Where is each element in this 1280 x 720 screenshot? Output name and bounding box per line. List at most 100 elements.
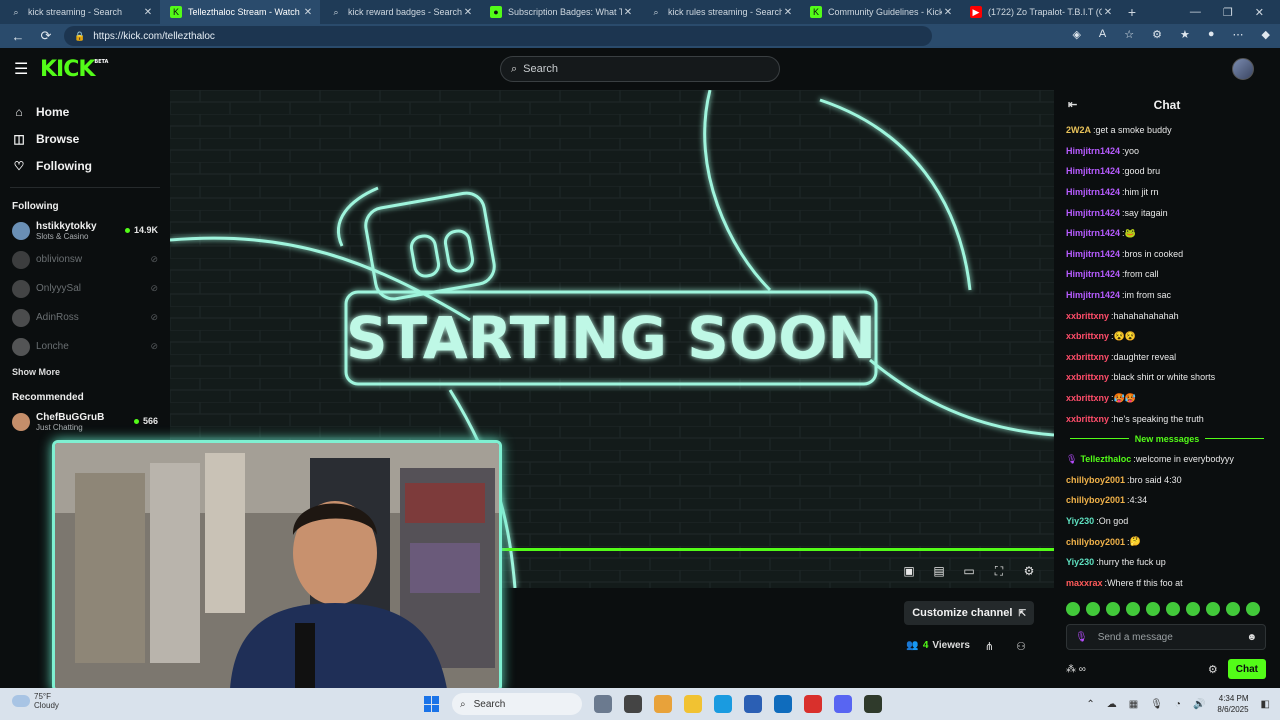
close-window-icon[interactable]: ✕ <box>1255 6 1264 19</box>
emote-icon[interactable] <box>1226 602 1240 616</box>
sidebar-channel[interactable]: Lonche ⊘ <box>0 332 170 361</box>
emote-icon[interactable] <box>1246 602 1260 616</box>
collapse-chat-icon[interactable]: ⇤ <box>1068 98 1077 111</box>
sidebar-channel[interactable]: oblivionsw ⊘ <box>0 245 170 274</box>
back-icon[interactable]: ← <box>8 29 28 44</box>
close-tab-icon[interactable]: ✕ <box>1102 7 1114 18</box>
emoji-icon[interactable]: ☻ <box>1246 632 1257 643</box>
chat-username[interactable]: chillyboy2001 <box>1066 495 1125 505</box>
chat-username[interactable]: chillyboy2001 <box>1066 475 1125 485</box>
copilot-icon[interactable]: ◆ <box>1262 28 1270 41</box>
more-icon[interactable]: ⋯ <box>1233 28 1244 41</box>
browser-tab[interactable]: ● Subscription Badges: What They✕ <box>480 0 640 24</box>
widgets-icon[interactable] <box>594 695 612 713</box>
sidebar-channel[interactable]: OnlyyySal ⊘ <box>0 274 170 303</box>
close-tab-icon[interactable]: ✕ <box>622 7 634 18</box>
user-settings-icon[interactable]: ⚇ <box>1016 640 1026 653</box>
chat-username[interactable]: Himjitrn1424 <box>1066 146 1120 156</box>
show-more-button[interactable]: Show More <box>0 361 170 383</box>
emote-icon[interactable] <box>1206 602 1220 616</box>
customize-channel-button[interactable]: Customize channel ⇱ <box>904 601 1034 625</box>
chat-settings-icon[interactable]: ⚙ <box>1208 663 1218 676</box>
notifications-icon[interactable]: ◧ <box>1261 699 1270 710</box>
kick-app-icon[interactable] <box>864 695 882 713</box>
new-tab-button[interactable]: + <box>1120 4 1144 20</box>
cloud-sync-icon[interactable]: ☁ <box>1107 699 1117 710</box>
profile-icon[interactable]: ● <box>1208 28 1215 41</box>
chat-username[interactable]: Himjitrn1424 <box>1066 249 1120 259</box>
chat-username[interactable]: xxbrittxny <box>1066 414 1109 424</box>
chat-username[interactable]: chillyboy2001 <box>1066 537 1125 547</box>
chat-username[interactable]: xxbrittxny <box>1066 311 1109 321</box>
browser-tab[interactable]: K Tellezthaloc Stream - Watch Live✕ <box>160 0 320 24</box>
chat-username[interactable]: Himjitrn1424 <box>1066 269 1120 279</box>
edge-icon[interactable] <box>714 695 732 713</box>
fullscreen-icon[interactable]: ⛶ <box>992 564 1006 579</box>
favorites-icon[interactable]: ★ <box>1180 28 1190 41</box>
chat-username[interactable]: Himjitrn1424 <box>1066 290 1120 300</box>
refresh-icon[interactable]: ⟳ <box>36 28 56 44</box>
user-avatar[interactable] <box>1232 58 1254 80</box>
volume-icon[interactable]: 🔊 <box>1193 699 1205 710</box>
pip-icon[interactable]: ▣ <box>902 564 916 579</box>
tracking-icon[interactable]: ◈ <box>1072 28 1080 41</box>
browser-tab[interactable]: K Community Guidelines - Kick Str✕ <box>800 0 960 24</box>
youtube-app-icon[interactable] <box>804 695 822 713</box>
close-tab-icon[interactable]: ✕ <box>302 7 314 18</box>
weather-widget[interactable]: 75°F Cloudy <box>12 692 59 710</box>
discord-icon[interactable] <box>834 695 852 713</box>
emote-icon[interactable] <box>1106 602 1120 616</box>
store-icon[interactable] <box>744 695 762 713</box>
channel-points[interactable]: ⁂ ∞ <box>1066 664 1086 675</box>
minimize-icon[interactable]: — <box>1190 6 1201 19</box>
emote-icon[interactable] <box>1066 602 1080 616</box>
task-view-icon[interactable] <box>624 695 642 713</box>
chat-username[interactable]: xxbrittxny <box>1066 331 1109 341</box>
url-field[interactable]: 🔒 https://kick.com/tellezthaloc <box>64 26 932 46</box>
chat-username[interactable]: Yiy230 <box>1066 516 1094 526</box>
favorite-star-icon[interactable]: ☆ <box>1124 28 1134 41</box>
chat-input[interactable]: 🎙 Send a message ☻ <box>1066 624 1266 650</box>
chat-username[interactable]: Himjitrn1424 <box>1066 187 1120 197</box>
network-icon[interactable]: ▦ <box>1129 699 1138 710</box>
share-icon[interactable]: ⋔ <box>985 640 994 653</box>
chat-username[interactable]: xxbrittxny <box>1066 393 1109 403</box>
wifi-icon[interactable]: ◔ <box>1175 699 1181 710</box>
sidebar-item-browse[interactable]: ◫ Browse <box>0 125 170 152</box>
browser-tab[interactable]: ▶ (1722) Zo Trapalot- T.B.I.T (C ✕ <box>960 0 1120 24</box>
clip-icon[interactable]: ▤ <box>932 564 946 579</box>
start-icon[interactable] <box>424 696 440 712</box>
chat-username[interactable]: xxbrittxny <box>1066 352 1109 362</box>
theater-icon[interactable]: ▭ <box>962 564 976 579</box>
settings-gear-icon[interactable]: ⚙ <box>1022 564 1036 579</box>
taskbar-search[interactable]: ⌕ Search <box>452 693 582 715</box>
chat-username[interactable]: Himjitrn1424 <box>1066 208 1120 218</box>
chevron-up-icon[interactable]: ⌃ <box>1086 699 1094 710</box>
read-aloud-icon[interactable]: A <box>1099 28 1106 41</box>
sidebar-item-following[interactable]: ♡ Following <box>0 152 170 179</box>
search-input[interactable]: ⌕ Search <box>500 56 780 82</box>
restore-icon[interactable]: ❐ <box>1223 6 1233 19</box>
progress-bar[interactable] <box>500 548 1054 551</box>
kick-logo[interactable]: KICK BETA <box>40 57 108 82</box>
close-tab-icon[interactable]: ✕ <box>462 7 474 18</box>
chat-username[interactable]: Himjitrn1424 <box>1066 228 1120 238</box>
sidebar-channel[interactable]: ChefBuGGruB Just Chatting 566 <box>0 407 170 436</box>
browser-tab[interactable]: ⌕ kick streaming - Search ✕ <box>0 0 160 24</box>
close-tab-icon[interactable]: ✕ <box>942 7 954 18</box>
menu-icon[interactable]: ☰ <box>14 59 32 79</box>
send-chat-button[interactable]: Chat <box>1227 659 1266 679</box>
chat-username[interactable]: maxxrax <box>1066 578 1103 588</box>
emote-icon[interactable] <box>1086 602 1100 616</box>
sidebar-channel[interactable]: AdinRoss ⊘ <box>0 303 170 332</box>
emote-icon[interactable] <box>1186 602 1200 616</box>
copilot-app-icon[interactable] <box>654 695 672 713</box>
chat-username[interactable]: Tellezthaloc <box>1080 454 1131 464</box>
browser-tab[interactable]: ⌕ kick rules streaming - Search ✕ <box>640 0 800 24</box>
sidebar-item-home[interactable]: ⌂ Home <box>0 98 170 125</box>
emote-icon[interactable] <box>1166 602 1180 616</box>
sidebar-channel[interactable]: hstikkytokky Slots & Casino 14.9K <box>0 216 170 245</box>
outlook-icon[interactable] <box>774 695 792 713</box>
browser-tab[interactable]: ⌕ kick reward badges - Search ✕ <box>320 0 480 24</box>
close-tab-icon[interactable]: ✕ <box>142 7 154 18</box>
